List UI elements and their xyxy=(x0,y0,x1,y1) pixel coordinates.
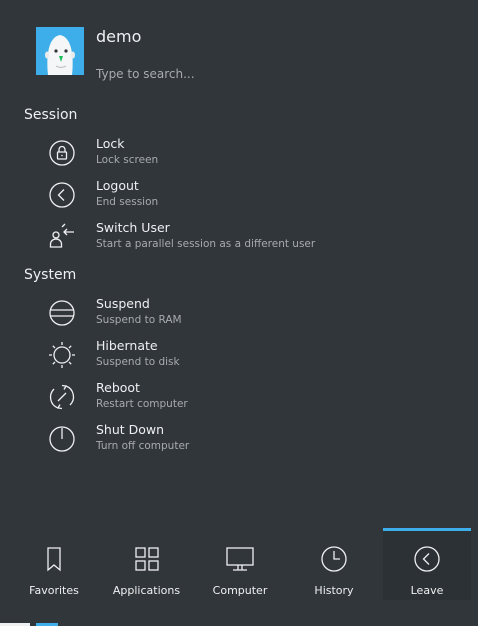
logout-subtitle: End session xyxy=(96,196,159,208)
leave-item-hibernate[interactable]: Hibernate Suspend to disk xyxy=(0,338,478,378)
search-input[interactable] xyxy=(96,66,416,82)
bookmark-icon xyxy=(40,545,68,573)
switch-user-subtitle: Start a parallel session as a different … xyxy=(96,238,316,250)
shutdown-title: Shut Down xyxy=(96,422,165,437)
clock-icon xyxy=(320,545,348,573)
suspend-subtitle: Suspend to RAM xyxy=(96,314,182,326)
leave-item-switch-user[interactable]: Switch User Start a parallel session as … xyxy=(0,220,478,260)
hibernate-title: Hibernate xyxy=(96,338,158,353)
tab-history[interactable]: History xyxy=(287,530,381,600)
tab-leave-label: Leave xyxy=(410,584,444,597)
leave-item-lock[interactable]: Lock Lock screen xyxy=(0,136,478,176)
launcher-tab-bar: Favorites Applications Computer History … xyxy=(0,528,478,626)
lock-title: Lock xyxy=(96,136,125,151)
suspend-title: Suspend xyxy=(96,296,150,311)
leave-item-logout[interactable]: Logout End session xyxy=(0,178,478,218)
lock-subtitle: Lock screen xyxy=(96,154,159,166)
suspend-icon xyxy=(48,299,76,327)
hibernate-icon xyxy=(48,341,76,369)
shutdown-icon xyxy=(48,425,76,453)
section-title-session: Session xyxy=(24,107,78,123)
switch-user-icon xyxy=(48,223,76,251)
reboot-subtitle: Restart computer xyxy=(96,398,188,410)
tab-history-label: History xyxy=(314,584,354,597)
taskbar-edge xyxy=(0,622,478,626)
grid-icon xyxy=(133,545,161,573)
tab-applications-label: Applications xyxy=(112,584,181,597)
tab-favorites[interactable]: Favorites xyxy=(8,530,100,600)
leave-item-shutdown[interactable]: Shut Down Turn off computer xyxy=(0,422,478,462)
tab-leave[interactable]: Leave xyxy=(383,528,471,600)
leave-item-suspend[interactable]: Suspend Suspend to RAM xyxy=(0,296,478,336)
lock-icon xyxy=(48,139,76,167)
hibernate-subtitle: Suspend to disk xyxy=(96,356,180,368)
user-avatar[interactable] xyxy=(36,27,84,75)
reboot-icon xyxy=(48,383,76,411)
logout-icon xyxy=(48,181,76,209)
switch-user-title: Switch User xyxy=(96,220,170,235)
user-avatar-face xyxy=(36,27,84,75)
tab-favorites-label: Favorites xyxy=(29,584,79,597)
tab-computer[interactable]: Computer xyxy=(193,530,287,600)
menu-header: demo xyxy=(0,0,478,100)
user-name: demo xyxy=(96,27,142,46)
back-circle-icon xyxy=(413,545,441,573)
section-title-system: System xyxy=(24,267,77,283)
active-tab-indicator xyxy=(383,528,471,531)
logout-title: Logout xyxy=(96,178,139,193)
tab-applications[interactable]: Applications xyxy=(100,530,193,600)
tab-computer-label: Computer xyxy=(212,584,268,597)
reboot-title: Reboot xyxy=(96,380,140,395)
monitor-icon xyxy=(226,545,254,573)
leave-item-reboot[interactable]: Reboot Restart computer xyxy=(0,380,478,420)
shutdown-subtitle: Turn off computer xyxy=(96,440,190,452)
